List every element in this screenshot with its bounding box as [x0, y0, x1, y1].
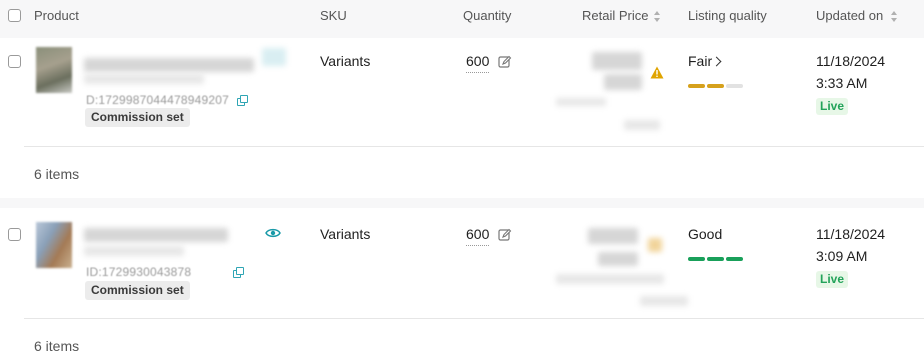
column-quantity: Quantity	[463, 8, 512, 23]
column-listing-quality: Listing quality	[688, 8, 767, 23]
quantity-value[interactable]: 600	[466, 226, 490, 246]
warning-icon[interactable]	[650, 66, 664, 79]
sku-variants[interactable]: Variants	[320, 53, 370, 69]
updated-time: 3:33 AM	[816, 75, 868, 91]
eye-icon[interactable]	[265, 227, 281, 239]
copy-icon[interactable]	[237, 95, 248, 106]
product-id: ID:1729930043878	[86, 265, 192, 279]
commission-tag: Commission set	[85, 281, 190, 300]
select-all-checkbox[interactable]	[8, 9, 21, 22]
divider	[24, 318, 924, 319]
quality-label[interactable]: Fair	[688, 53, 712, 69]
sort-icon[interactable]	[891, 11, 898, 23]
chevron-right-icon[interactable]	[711, 56, 722, 67]
row-checkbox[interactable]	[8, 228, 21, 241]
commission-tag: Commission set	[85, 108, 190, 127]
group-separator	[0, 198, 924, 208]
sku-variants[interactable]: Variants	[320, 226, 370, 242]
status-badge: Live	[816, 98, 849, 115]
quality-label: Good	[688, 226, 723, 242]
product-thumbnail[interactable]	[36, 222, 72, 268]
column-product: Product	[34, 8, 79, 23]
items-count: 6 items	[34, 338, 80, 354]
updated-date: 11/18/2024	[816, 226, 886, 242]
edit-icon[interactable]	[498, 228, 512, 242]
column-sku: SKU	[320, 8, 347, 23]
sort-icon[interactable]	[654, 11, 661, 23]
row-checkbox[interactable]	[8, 55, 21, 68]
divider	[24, 146, 924, 147]
quantity-value[interactable]: 600	[466, 53, 490, 73]
product-thumbnail[interactable]	[36, 47, 72, 93]
updated-time: 3:09 AM	[816, 248, 868, 264]
column-updated-on[interactable]: Updated on	[816, 9, 883, 23]
edit-icon[interactable]	[498, 55, 512, 69]
column-retail-price[interactable]: Retail Price	[582, 9, 648, 23]
table-header: Product SKU Quantity Retail Price Listin…	[0, 0, 924, 38]
product-id: D:1729987044478949207	[86, 93, 230, 107]
items-count: 6 items	[34, 166, 80, 182]
status-badge: Live	[816, 271, 849, 288]
copy-icon[interactable]	[233, 267, 244, 278]
updated-date: 11/18/2024	[816, 53, 886, 69]
